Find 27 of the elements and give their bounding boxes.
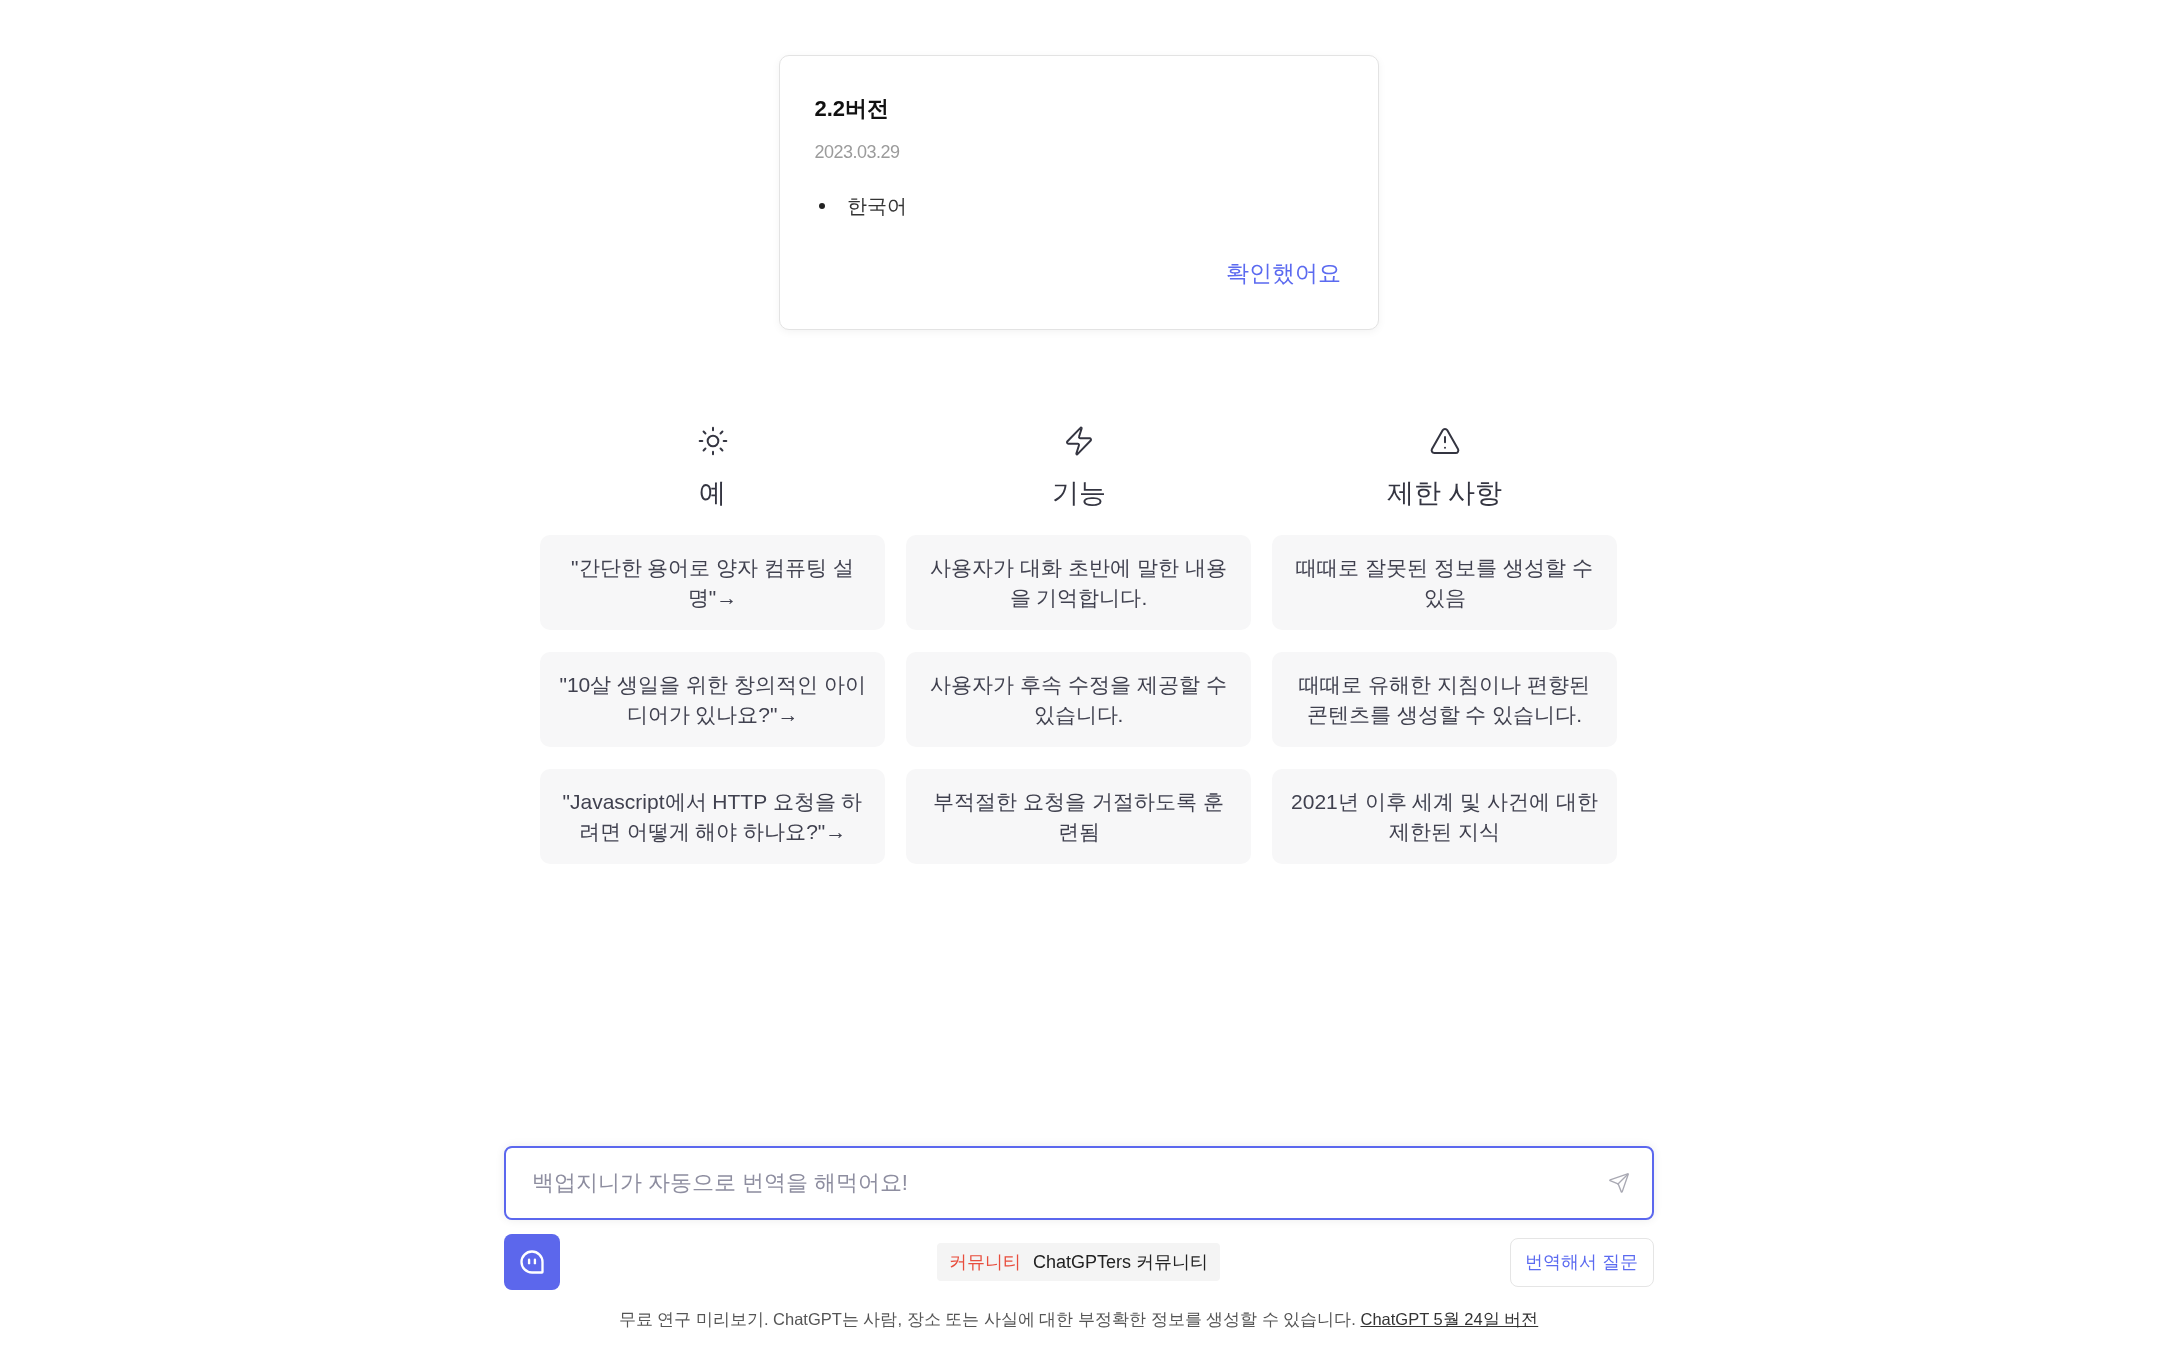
info-card: 2021년 이후 세계 및 사건에 대한 제한된 지식 [1272, 769, 1617, 864]
info-card: 사용자가 후속 수정을 제공할 수 있습니다. [906, 652, 1251, 747]
notice-item: 한국어 [846, 194, 907, 219]
example-prompt-button[interactable]: "10살 생일을 위한 창의적인 아이디어가 있나요?"→ [540, 652, 885, 747]
bot-button[interactable] [503, 1234, 560, 1290]
bullet-icon [818, 203, 825, 209]
warning-icon [1428, 425, 1461, 457]
disclaimer-text: 무료 연구 미리보기. ChatGPT는 사람, 장소 또는 사실에 대한 부정확한 정보를 생성할 수 있습니다. ChatGPT 5월 24일 버전 [617, 1309, 1540, 1330]
info-card: 부적절한 요청을 거절하도록 훈련됨 [906, 769, 1251, 864]
example-prompt-button[interactable]: "Javascript에서 HTTP 요청을 하려면 어떻게 해야 하나요?"→ [540, 769, 885, 864]
info-card: 때때로 잘못된 정보를 생성할 수 있음 [1272, 535, 1617, 630]
version-link[interactable]: ChatGPT 5월 24일 버전 [1360, 1310, 1539, 1328]
notice-date: 2023.03.29 [814, 141, 901, 164]
message-input[interactable]: 백업지니가 자동으로 번역을 해먹어요! [503, 1146, 1654, 1220]
confirm-button[interactable]: 확인했어요 [1219, 254, 1347, 293]
info-card: 때때로 유해한 지침이나 편향된 콘텐츠를 생성할 수 있습니다. [1272, 652, 1617, 747]
info-card: 사용자가 대화 초반에 말한 내용을 기억합니다. [906, 535, 1251, 630]
column-heading: 기능 [1051, 477, 1106, 510]
example-prompt-button[interactable]: "간단한 용어로 양자 컴퓨팅 설명"→ [540, 535, 885, 630]
community-link[interactable]: 커뮤니티 ChatGPTers 커뮤니티 [936, 1243, 1220, 1281]
send-icon [1607, 1172, 1630, 1194]
sun-icon [696, 425, 729, 457]
column-heading: 제한 사항 [1386, 477, 1503, 510]
translate-button[interactable]: 번역해서 질문 [1510, 1237, 1654, 1287]
chat-bubble-icon [517, 1248, 546, 1276]
notice-title: 2.2버전 [814, 95, 891, 123]
column-heading: 예 [699, 477, 726, 510]
